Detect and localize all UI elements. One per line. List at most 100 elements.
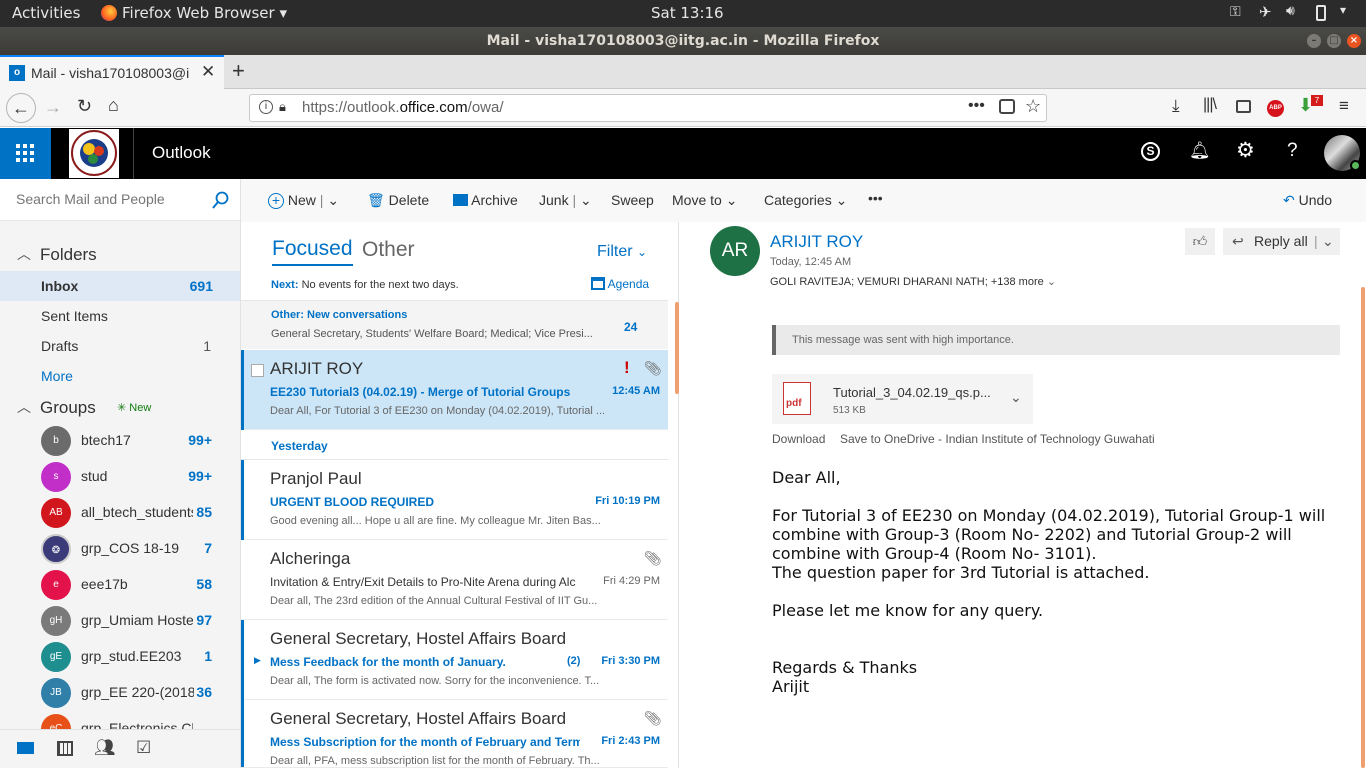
archive-button[interactable]: Archive (453, 192, 518, 208)
reply-all-button[interactable]: ↩ Reply all | ⌄ (1223, 228, 1340, 255)
like-icon[interactable]: 👍︎ (1185, 228, 1215, 255)
app-menu[interactable]: Firefox Web Browser ▾ (122, 4, 287, 22)
network-icon[interactable]: ⚿ (1230, 4, 1241, 20)
outlook-favicon-icon: o (9, 65, 25, 81)
people-module-icon[interactable]: 👥︎ (94, 738, 116, 758)
group-item[interactable]: s stud 99+ (0, 459, 240, 495)
expand-thread-icon[interactable]: ▶ (254, 655, 261, 666)
adblock-icon[interactable]: ABP (1267, 100, 1284, 117)
new-button[interactable]: + New | ⌄ (268, 192, 339, 209)
junk-button[interactable]: Junk | ⌄ (539, 192, 592, 209)
downloads-icon[interactable]: ⤓ (1172, 96, 1180, 116)
message-item[interactable]: ▶ General Secretary, Hostel Affairs Boar… (241, 620, 668, 700)
group-item[interactable]: ❂ grp_COS 18-19 7 (0, 531, 240, 567)
message-item[interactable]: Pranjol Paul URGENT BLOOD REQUIRED Fri 1… (241, 460, 668, 540)
page-actions-icon[interactable]: ••• (968, 97, 985, 115)
folder-count: 1 (203, 338, 211, 354)
group-item[interactable]: gE grp_stud.EE203 1 (0, 639, 240, 675)
agenda-button[interactable]: Agenda (591, 277, 649, 291)
message-item-selected[interactable]: ARIJIT ROY ! 📎︎ EE230 Tutorial3 (04.02.1… (241, 350, 668, 430)
tab-other[interactable]: Other (362, 238, 415, 262)
tasks-module-icon[interactable]: ☑ (136, 738, 151, 758)
search-input[interactable] (16, 191, 206, 207)
back-icon[interactable]: ← (6, 93, 36, 123)
volume-icon[interactable]: 🔊︎ (1286, 3, 1295, 19)
group-item[interactable]: gH grp_Umiam Hoste 97 (0, 603, 240, 639)
pocket-icon[interactable] (999, 99, 1015, 114)
mail-module-icon[interactable] (17, 742, 34, 754)
undo-button[interactable]: ↶ Undo (1283, 192, 1332, 209)
new-group-link[interactable]: ✳ New (117, 401, 151, 414)
activities-button[interactable]: Activities (12, 4, 80, 22)
group-item[interactable]: b btech17 99+ (0, 423, 240, 459)
left-navigation: ︿ Folders Inbox 691 Sent Items Drafts 1 … (0, 179, 241, 768)
home-icon[interactable]: ⌂ (108, 95, 119, 116)
list-scrollbar[interactable] (675, 302, 679, 394)
group-item[interactable]: AB all_btech_students 85 (0, 495, 240, 531)
search-icon[interactable] (212, 191, 230, 209)
reading-scrollbar[interactable] (1361, 287, 1365, 768)
sender-avatar[interactable]: AR (710, 226, 760, 276)
folder-drafts[interactable]: Drafts 1 (0, 331, 240, 361)
app-launcher-button[interactable] (0, 128, 51, 179)
clock[interactable]: Sat 13:16 (651, 4, 724, 22)
tab-focused[interactable]: Focused (272, 237, 353, 266)
url-bar[interactable]: i 🔒︎ https://outlook.office.com/owa/ •••… (249, 94, 1047, 122)
skype-icon[interactable]: S (1141, 142, 1160, 161)
url-text[interactable]: https://outlook.office.com/owa/ (302, 99, 504, 116)
help-icon[interactable]: ? (1287, 140, 1298, 162)
battery-icon[interactable] (1316, 5, 1326, 21)
save-to-onedrive-link[interactable]: Save to OneDrive - Indian Institute of T… (840, 432, 1155, 446)
reply-options-chevron-icon[interactable]: ⌄ (1322, 228, 1334, 255)
group-item[interactable]: e eee17b 58 (0, 567, 240, 603)
chevron-down-icon[interactable]: ⌄ (327, 192, 339, 208)
other-summary[interactable]: Other: New conversations General Secreta… (241, 300, 668, 349)
maximize-button[interactable]: □ (1327, 34, 1341, 48)
calendar-module-icon[interactable] (57, 741, 73, 756)
categories-button[interactable]: Categories ⌄ (764, 192, 847, 209)
info-icon[interactable]: i (259, 100, 273, 114)
message-item[interactable]: Alcheringa 📎︎ Invitation & Entry/Exit De… (241, 540, 668, 620)
folder-inbox[interactable]: Inbox 691 (0, 271, 240, 301)
system-menu-icon[interactable]: ▾ (1340, 3, 1346, 17)
app-menu-label: Firefox Web Browser (122, 4, 275, 22)
select-checkbox[interactable] (251, 364, 264, 377)
chevron-down-icon[interactable]: ⌄ (580, 192, 592, 208)
groups-header[interactable]: ︿ Groups ✳ New (0, 394, 240, 420)
user-avatar[interactable] (1324, 135, 1361, 171)
close-window-button[interactable]: × (1347, 34, 1361, 48)
airplane-icon[interactable]: ✈ (1259, 3, 1272, 21)
folders-header[interactable]: ︿ Folders (0, 241, 240, 267)
minimize-button[interactable]: – (1307, 34, 1321, 48)
move-to-button[interactable]: Move to ⌄ (672, 192, 737, 209)
message-item[interactable]: General Secretary, Hostel Affairs Board … (241, 700, 668, 768)
sweep-button[interactable]: Sweep (611, 192, 654, 208)
menu-icon[interactable]: ≡ (1339, 96, 1349, 116)
iitg-logo[interactable] (69, 129, 119, 178)
delete-button[interactable]: 🗑︎ Delete (367, 192, 429, 209)
download-link[interactable]: Download (772, 432, 825, 446)
tab-mail[interactable]: o Mail - visha170108003@i ✕ (0, 55, 224, 89)
app-title[interactable]: Outlook (152, 143, 211, 163)
sidebar-icon[interactable] (1236, 100, 1251, 113)
reload-icon[interactable]: ↻ (77, 96, 92, 117)
more-commands-button[interactable]: ••• (868, 190, 883, 206)
new-tab-button[interactable]: + (232, 58, 245, 84)
forward-icon[interactable]: → (44, 97, 62, 118)
bookmark-star-icon[interactable]: ☆ (1025, 96, 1041, 117)
folder-sent-items[interactable]: Sent Items (0, 301, 240, 331)
folders-more-link[interactable]: More (0, 361, 240, 391)
recipients[interactable]: GOLI RAVITEJA; VEMURI DHARANI NATH; +138… (770, 275, 1056, 288)
close-tab-icon[interactable]: ✕ (201, 62, 215, 82)
attachment-menu-chevron-icon[interactable]: ⌄ (1010, 389, 1022, 406)
group-item[interactable]: JB grp_EE 220-(2018 J 36 (0, 675, 240, 711)
notifications-bell-icon[interactable]: 🔔︎ (1189, 141, 1211, 161)
lock-icon[interactable]: 🔒︎ (279, 99, 286, 115)
library-icon[interactable]: |||\ (1203, 96, 1217, 114)
settings-gear-icon[interactable]: ⚙ (1236, 138, 1255, 163)
search-box[interactable] (0, 179, 240, 221)
sender-name[interactable]: ARIJIT ROY (770, 232, 863, 252)
group-item[interactable]: eC grp_Electronics Cl (0, 711, 240, 729)
attachment-card[interactable]: pdf Tutorial_3_04.02.19_qs.p... 513 KB ⌄ (772, 374, 1033, 424)
filter-button[interactable]: Filter ⌄ (597, 243, 647, 261)
